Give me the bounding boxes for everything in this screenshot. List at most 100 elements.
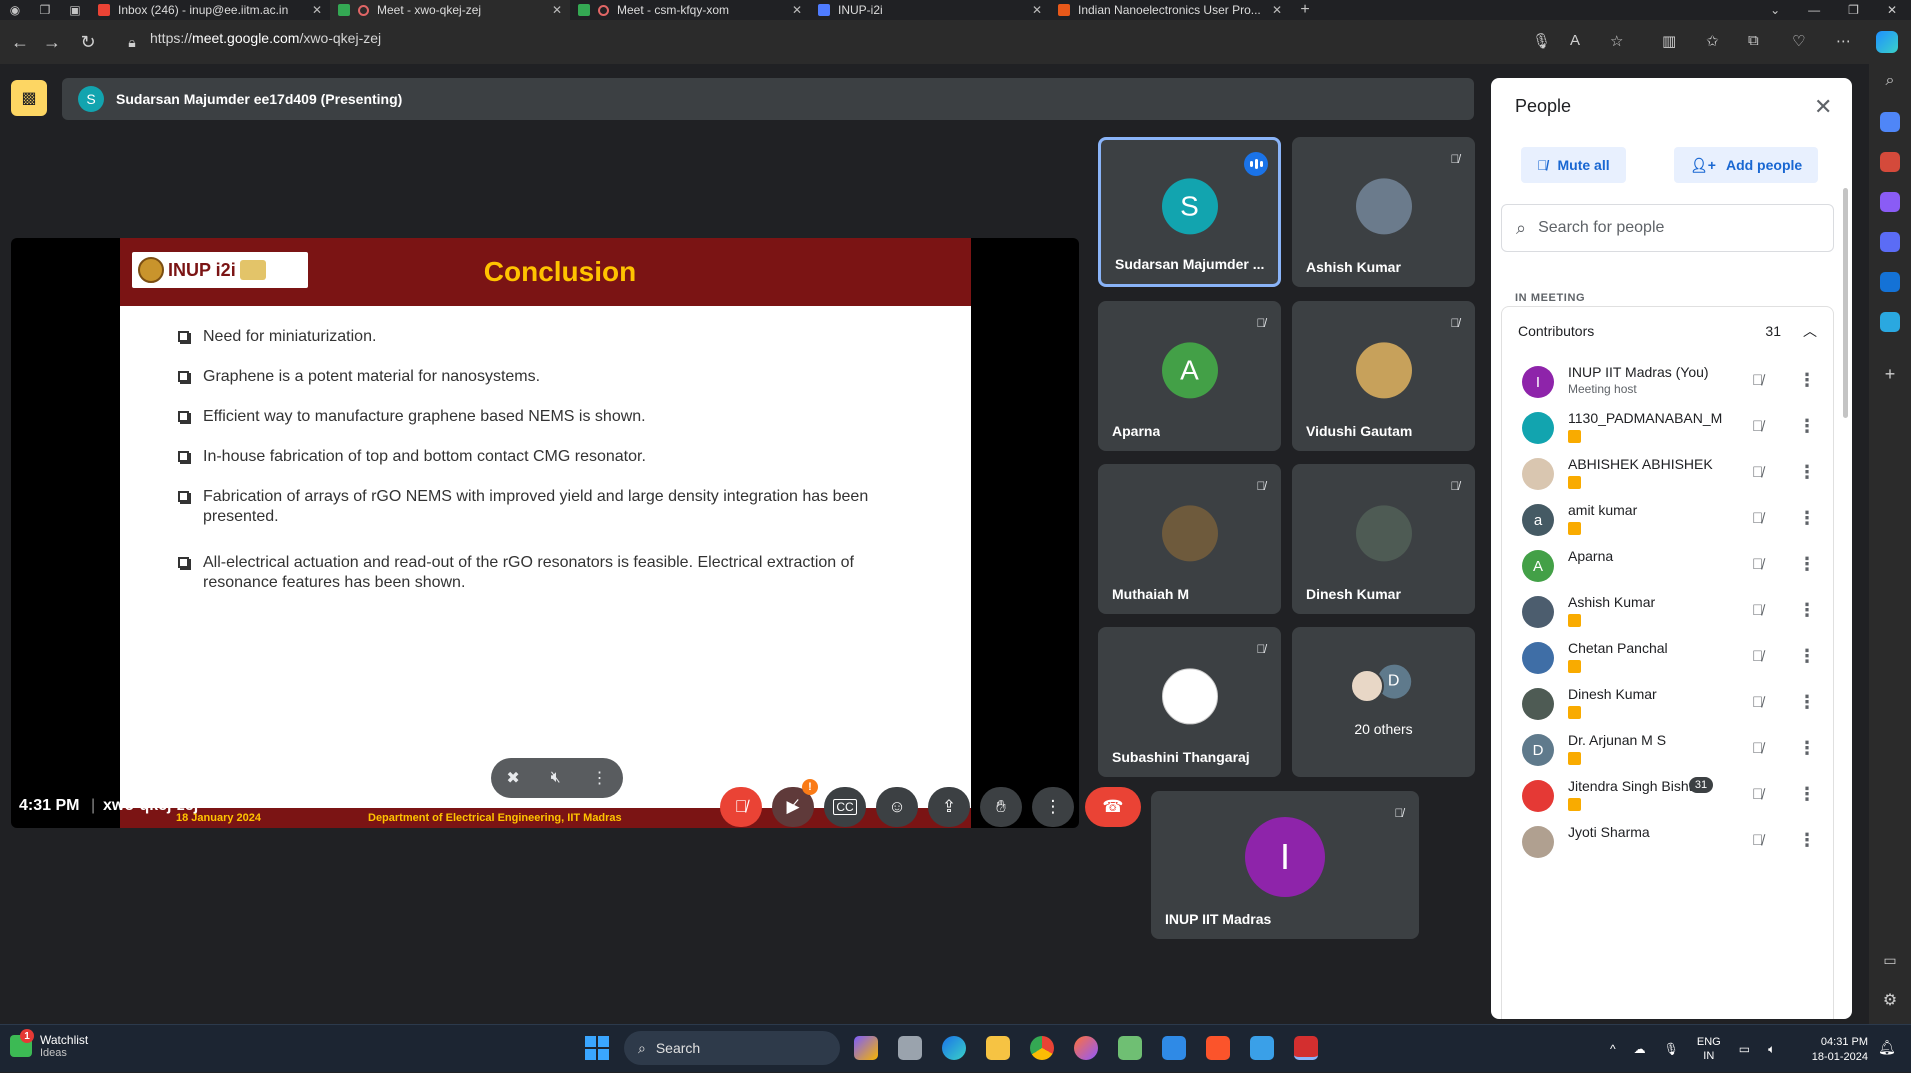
mic-off-icon[interactable]: 🎙̸ <box>1752 694 1763 711</box>
watchlist-widget[interactable]: 1 Watchlist Ideas <box>10 1029 88 1059</box>
tools-icon[interactable] <box>1880 152 1900 172</box>
mic-off-icon[interactable]: 🎙̸ <box>1752 418 1763 435</box>
more-vert-icon[interactable]: ⋮ <box>1798 370 1816 391</box>
search-input[interactable]: ⌕ Search for people <box>1501 204 1834 252</box>
more-vert-icon[interactable]: ⋮ <box>1798 692 1816 713</box>
close-icon[interactable]: ✕ <box>1032 3 1042 17</box>
meeting-info-icon[interactable]: ⓘ <box>1628 795 1648 824</box>
mic-off-icon[interactable]: 🎙̸ <box>1752 510 1763 527</box>
cloud-icon[interactable]: ☁ <box>1634 1042 1646 1056</box>
search-icon[interactable]: ⌕ <box>1880 72 1900 92</box>
mic-off-icon[interactable]: 🎙̸ <box>1752 832 1763 849</box>
favorite-star-icon[interactable]: ☆ <box>1610 32 1623 50</box>
more-vert-icon[interactable]: ⋮ <box>1798 738 1816 759</box>
pin-off-icon[interactable]: ✖ <box>506 768 519 788</box>
present-now-button[interactable]: ⇪ <box>928 787 970 827</box>
more-vert-icon[interactable]: ⋮ <box>1798 508 1816 529</box>
shopping-icon[interactable] <box>1880 112 1900 132</box>
url-field[interactable]: https://meet.google.com/xwo-qkej-zej <box>150 30 381 46</box>
contributors-group-header[interactable]: Contributors 31 ︿ <box>1501 306 1834 354</box>
copilot-side-icon[interactable] <box>1880 232 1900 252</box>
send-icon[interactable] <box>1880 312 1900 332</box>
participant-tile[interactable]: 🎙̸ Ashish Kumar <box>1292 137 1475 287</box>
more-vert-icon[interactable]: ⋮ <box>1798 554 1816 575</box>
mic-off-icon[interactable]: 🎙̸ <box>1752 602 1763 619</box>
microphone-icon[interactable]: 🎙︎ <box>1532 32 1551 50</box>
chevron-down-icon[interactable]: ⌄ <box>1770 3 1780 17</box>
participant-tile[interactable]: S Sudarsan Majumder ... <box>1098 137 1281 287</box>
sidebar-layout-icon[interactable]: ▭ <box>1880 952 1900 972</box>
chevron-up-icon[interactable]: ︿ <box>1803 321 1817 341</box>
taskbar-search[interactable]: ⌕ Search <box>624 1031 840 1065</box>
firefox-icon[interactable] <box>1074 1036 1098 1060</box>
participant-tile[interactable]: 🎙̸ Vidushi Gautam <box>1292 301 1475 451</box>
chrome-icon[interactable] <box>1030 1036 1054 1060</box>
more-vert-icon[interactable]: ⋮ <box>1798 646 1816 667</box>
tab-meet-2[interactable]: Meet - csm-kfqy-xom ✕ <box>570 0 810 20</box>
microphone-toggle-button[interactable]: 🎙̸ <box>720 787 762 827</box>
mute-presentation-icon[interactable]: 🔇︎ <box>551 769 561 787</box>
more-vert-icon[interactable]: ⋮ <box>1798 784 1816 805</box>
new-tab-icon[interactable]: + <box>1290 0 1320 20</box>
activities-icon[interactable]: ⬡ <box>1772 795 1789 820</box>
mic-off-icon[interactable]: 🎙̸ <box>1752 372 1763 389</box>
notifications-icon[interactable]: 🔔︎ <box>1878 1039 1896 1056</box>
tab-inup[interactable]: INUP-i2i ✕ <box>810 0 1050 20</box>
more-vert-icon[interactable]: ⋮ <box>1798 600 1816 621</box>
participant-tile[interactable]: A 🎙̸ Aparna <box>1098 301 1281 451</box>
forward-icon[interactable]: → <box>40 30 64 54</box>
presentation-icon[interactable]: ▩ <box>11 80 47 116</box>
back-icon[interactable]: ← <box>8 30 32 54</box>
mic-off-icon[interactable]: 🎙̸ <box>1752 464 1763 481</box>
vscode-icon[interactable] <box>1162 1036 1186 1060</box>
windows-start-icon[interactable] <box>585 1036 609 1060</box>
mute-all-button[interactable]: 🎙̸ Mute all <box>1521 147 1626 183</box>
mic-off-icon[interactable]: 🎙̸ <box>1752 786 1763 803</box>
raise-hand-button[interactable]: ✋︎ <box>980 787 1022 827</box>
tab-gmail[interactable]: Inbox (246) - inup@ee.iitm.ac.in ✕ <box>90 0 330 20</box>
language-indicator[interactable]: ENG IN <box>1697 1035 1721 1063</box>
minimize-icon[interactable]: — <box>1808 3 1820 17</box>
people-icon[interactable]: 👥︎ <box>1676 795 1701 820</box>
add-people-button[interactable]: 👤︎+ Add people <box>1674 147 1819 183</box>
chat-icon[interactable]: 💬︎ <box>1724 795 1749 820</box>
split-screen-icon[interactable]: ▥ <box>1662 32 1676 50</box>
microphone-icon[interactable]: 🎙︎ <box>1664 1042 1679 1056</box>
profile-icon[interactable]: ◉ <box>0 0 30 20</box>
copilot-icon[interactable] <box>1876 31 1898 53</box>
workspaces-icon[interactable]: ❐ <box>30 0 60 20</box>
outlook-icon[interactable] <box>1880 272 1900 292</box>
chevron-up-icon[interactable]: ^ <box>1610 1042 1616 1056</box>
add-icon[interactable]: + <box>1880 364 1900 384</box>
participant-tile[interactable]: 🎙̸ Subashini Thangaraj <box>1098 627 1281 777</box>
mic-off-icon[interactable]: 🎙̸ <box>1752 740 1763 757</box>
edge-icon[interactable] <box>942 1036 966 1060</box>
restore-icon[interactable]: ❐ <box>1848 3 1859 17</box>
lock-icon[interactable]: 🔒︎ <box>120 30 144 54</box>
reactions-button[interactable]: ☺ <box>876 787 918 827</box>
close-icon[interactable]: ✕ <box>792 3 802 17</box>
tab-meet-active[interactable]: Meet - xwo-qkej-zej ✕ <box>330 0 570 20</box>
extensions-icon[interactable]: ♡ <box>1792 32 1805 50</box>
close-icon[interactable]: ✕ <box>552 3 562 17</box>
captions-button[interactable]: CC <box>824 787 866 827</box>
refresh-icon[interactable]: ↻ <box>76 30 100 54</box>
snipping-tool-icon[interactable] <box>1294 1036 1318 1060</box>
close-icon[interactable]: ✕ <box>312 3 322 17</box>
participant-tile[interactable]: 🎙̸ Muthaiah M <box>1098 464 1281 614</box>
store-icon[interactable] <box>1118 1036 1142 1060</box>
scrollbar[interactable] <box>1843 188 1848 418</box>
settings-gear-icon[interactable]: ⚙ <box>1880 990 1900 1010</box>
close-window-icon[interactable]: ✕ <box>1887 3 1897 17</box>
notepad-icon[interactable] <box>1250 1036 1274 1060</box>
others-tile[interactable]: D 20 others <box>1292 627 1475 777</box>
task-view-icon[interactable] <box>898 1036 922 1060</box>
collections-icon[interactable]: ⧉ <box>1748 32 1759 49</box>
more-vert-icon[interactable]: ⋮ <box>1798 416 1816 437</box>
tab-actions-icon[interactable]: ▣ <box>60 0 90 20</box>
mic-off-icon[interactable]: 🎙̸ <box>1752 648 1763 665</box>
more-vert-icon[interactable]: ⋮ <box>1798 462 1816 483</box>
clock-date[interactable]: 04:31 PM 18-01-2024 <box>1800 1035 1868 1065</box>
more-vert-icon[interactable]: ⋮ <box>1798 830 1816 851</box>
copilot-app-icon[interactable] <box>854 1036 878 1060</box>
